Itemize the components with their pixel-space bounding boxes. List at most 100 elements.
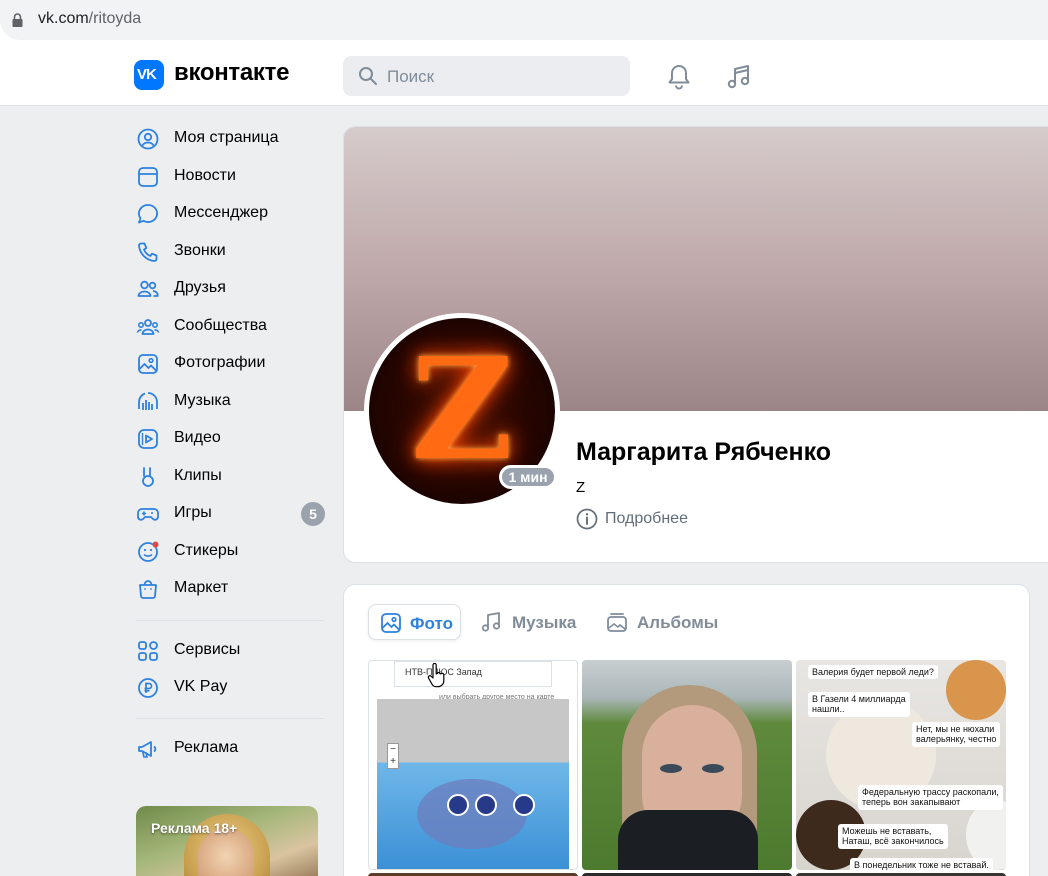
sidebar-item-label: Друзья xyxy=(174,279,226,296)
url-text[interactable]: vk.com/ritoyda xyxy=(38,10,141,28)
url-path: /ritoyda xyxy=(88,10,142,27)
photo-icon xyxy=(381,613,401,633)
friends-icon xyxy=(137,280,159,297)
sidebar-item-stickers[interactable]: Стикеры xyxy=(134,533,326,569)
communities-icon xyxy=(136,319,160,335)
sidebar-item-messenger[interactable]: Мессенджер xyxy=(134,195,326,231)
sticker-icon xyxy=(138,541,159,562)
sidebar-item-label: VK Pay xyxy=(174,678,228,695)
map-pin-icon xyxy=(475,794,497,816)
vk-logo[interactable]: VK xyxy=(134,60,164,90)
tab-label: Фото xyxy=(410,614,453,633)
albums-icon xyxy=(607,613,627,632)
online-status-text: 1 мин xyxy=(502,468,554,486)
search-input[interactable]: Поиск xyxy=(343,56,630,96)
sidebar-item-label: Стикеры xyxy=(174,542,239,559)
sidebar-item-label: Новости xyxy=(174,167,236,184)
sidebar-item-label: Реклама xyxy=(174,739,239,756)
meme-caption: Можешь не вставать, Наташ, всё закончило… xyxy=(838,824,948,849)
sidebar-item-calls[interactable]: Звонки xyxy=(134,233,326,269)
news-icon xyxy=(138,167,158,187)
map-image: − + xyxy=(377,699,569,869)
photo-thumbnail[interactable]: НТВ-ПЛЮС Запад или выбрать другое место … xyxy=(368,660,578,870)
sidebar-item-market[interactable]: Маркет xyxy=(134,570,326,606)
browser-address-bar: vk.com/ritoyda xyxy=(0,0,1048,40)
sidebar-item-label: Видео xyxy=(174,429,221,446)
sidebar-item-friends[interactable]: Друзья xyxy=(134,270,326,306)
sidebar-item-communities[interactable]: Сообщества xyxy=(134,308,326,344)
cat-image xyxy=(946,660,1006,720)
sidebar-item-label: Маркет xyxy=(174,579,229,596)
sidebar-item-music[interactable]: Музыка xyxy=(134,383,326,419)
clips-icon xyxy=(142,467,154,487)
meme-caption: Валерия будет первой леди? xyxy=(808,665,938,680)
sidebar-item-label: Музыка xyxy=(174,392,231,409)
brand-name[interactable]: вконтакте xyxy=(174,59,289,87)
map-land xyxy=(417,779,527,849)
sidebar-item-my-page[interactable]: Моя страница xyxy=(134,120,326,156)
vkpay-icon xyxy=(138,678,158,698)
music-note-icon[interactable] xyxy=(725,63,753,91)
map-zoom-control: − + xyxy=(387,743,399,769)
sidebar-item-ads[interactable]: Реклама xyxy=(134,730,326,766)
map-pin-icon xyxy=(513,794,535,816)
tab-albums[interactable]: Альбомы xyxy=(604,604,734,640)
online-status-badge: 1 мин xyxy=(499,465,557,489)
sidebar-item-clips[interactable]: Клипы xyxy=(134,458,326,494)
phone-icon xyxy=(138,242,158,262)
ad-card-label: Реклама 18+ xyxy=(151,820,238,836)
photo-thumbnail[interactable]: Валерия будет первой леди? В Газели 4 ми… xyxy=(796,660,1006,870)
photo-select-field: НТВ-ПЛЮС Запад xyxy=(394,661,552,687)
sidebar-item-video[interactable]: Видео xyxy=(134,420,326,456)
photo-mask xyxy=(618,810,758,870)
music-icon xyxy=(138,392,158,410)
sidebar-item-games[interactable]: Игры 5 xyxy=(134,495,326,531)
photo-thumbnail[interactable] xyxy=(582,660,792,870)
map-pin-icon xyxy=(447,794,469,816)
hand-cursor-icon xyxy=(427,663,445,688)
sidebar-divider xyxy=(136,718,324,719)
meme-caption: В Газели 4 миллиарда нашли.. xyxy=(808,692,910,717)
sidebar-item-label: Фотографии xyxy=(174,354,266,371)
sidebar-item-label: Звонки xyxy=(174,242,226,259)
meme-caption: Нет, мы не нюхали валерьянку, честно xyxy=(912,722,1001,747)
sidebar-item-label: Мессенджер xyxy=(174,204,268,221)
address-field[interactable]: vk.com/ritoyda xyxy=(0,0,1048,40)
tab-label: Музыка xyxy=(512,613,577,632)
vk-header: VK вконтакте Поиск xyxy=(0,40,1048,106)
meme-caption: В понедельник тоже не вставай. xyxy=(850,858,993,870)
sidebar-item-label: Моя страница xyxy=(174,129,279,146)
profile-status: Z xyxy=(576,479,586,496)
url-host: vk.com xyxy=(38,10,89,27)
info-icon xyxy=(576,508,598,530)
avatar-letter: Z xyxy=(411,328,514,492)
tab-photos[interactable]: Фото xyxy=(368,604,461,640)
sidebar-item-label: Игры xyxy=(174,504,212,521)
user-circle-icon xyxy=(137,128,159,150)
search-icon xyxy=(359,67,377,85)
bell-icon[interactable] xyxy=(665,63,693,91)
sidebar-item-label: Сообщества xyxy=(174,317,267,334)
media-card: Фото Музыка Альбомы НТВ-ПЛЮС Запад или в… xyxy=(343,584,1030,876)
games-count-badge: 5 xyxy=(301,502,325,526)
lock-icon xyxy=(12,13,23,27)
market-icon xyxy=(139,580,157,599)
sidebar-divider xyxy=(136,620,324,621)
sidebar-item-news[interactable]: Новости xyxy=(134,158,326,194)
photo-eye xyxy=(660,764,682,773)
gamepad-icon xyxy=(137,508,159,521)
meme-caption: Федеральную трассу раскопали, теперь вон… xyxy=(858,785,1003,810)
sidebar-item-services[interactable]: Сервисы xyxy=(134,632,326,668)
tab-music[interactable]: Музыка xyxy=(478,604,588,640)
photo-icon xyxy=(138,354,158,374)
sidebar-ad-card[interactable]: Реклама 18+ xyxy=(136,806,318,876)
sidebar-item-label: Клипы xyxy=(174,467,222,484)
profile-card: Z 1 мин Маргарита Рябченко Z Подробнее xyxy=(343,126,1048,563)
sidebar-item-vkpay[interactable]: VK Pay xyxy=(134,669,326,705)
search-placeholder: Поиск xyxy=(387,67,435,86)
message-icon xyxy=(138,204,159,224)
sidebar-item-label: Сервисы xyxy=(174,641,241,658)
sidebar-item-photos[interactable]: Фотографии xyxy=(134,345,326,381)
megaphone-icon xyxy=(138,741,157,758)
video-icon xyxy=(138,429,158,449)
